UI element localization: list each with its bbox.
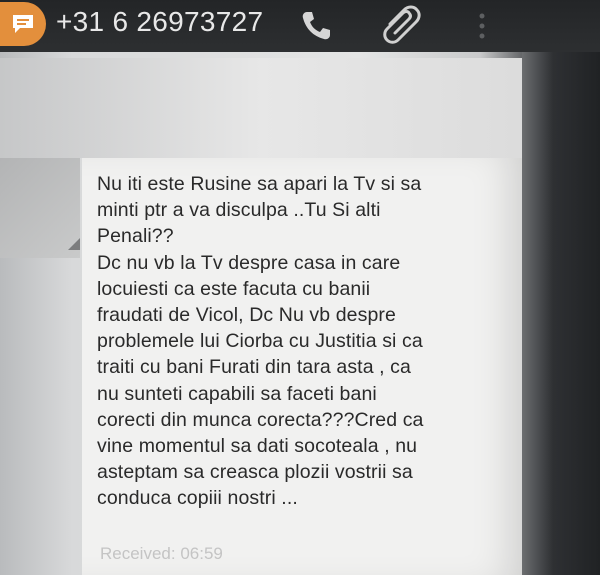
- paperclip-icon[interactable]: [378, 2, 424, 48]
- action-bar: +31 6 26973727: [0, 0, 600, 52]
- overflow-menu-icon[interactable]: [474, 10, 490, 42]
- received-timestamp: Received: 06:59: [100, 544, 223, 563]
- contact-avatar[interactable]: [0, 2, 46, 46]
- message-body: Nu iti este Rusine sa apari la Tv si sa …: [97, 173, 424, 510]
- previous-message-area: [0, 58, 522, 158]
- screen-edge: [522, 52, 600, 575]
- message-icon: [13, 15, 33, 33]
- phone-icon[interactable]: [298, 8, 334, 44]
- bubble-tail-icon: [68, 238, 80, 250]
- contact-phone-number: +31 6 26973727: [56, 6, 264, 37]
